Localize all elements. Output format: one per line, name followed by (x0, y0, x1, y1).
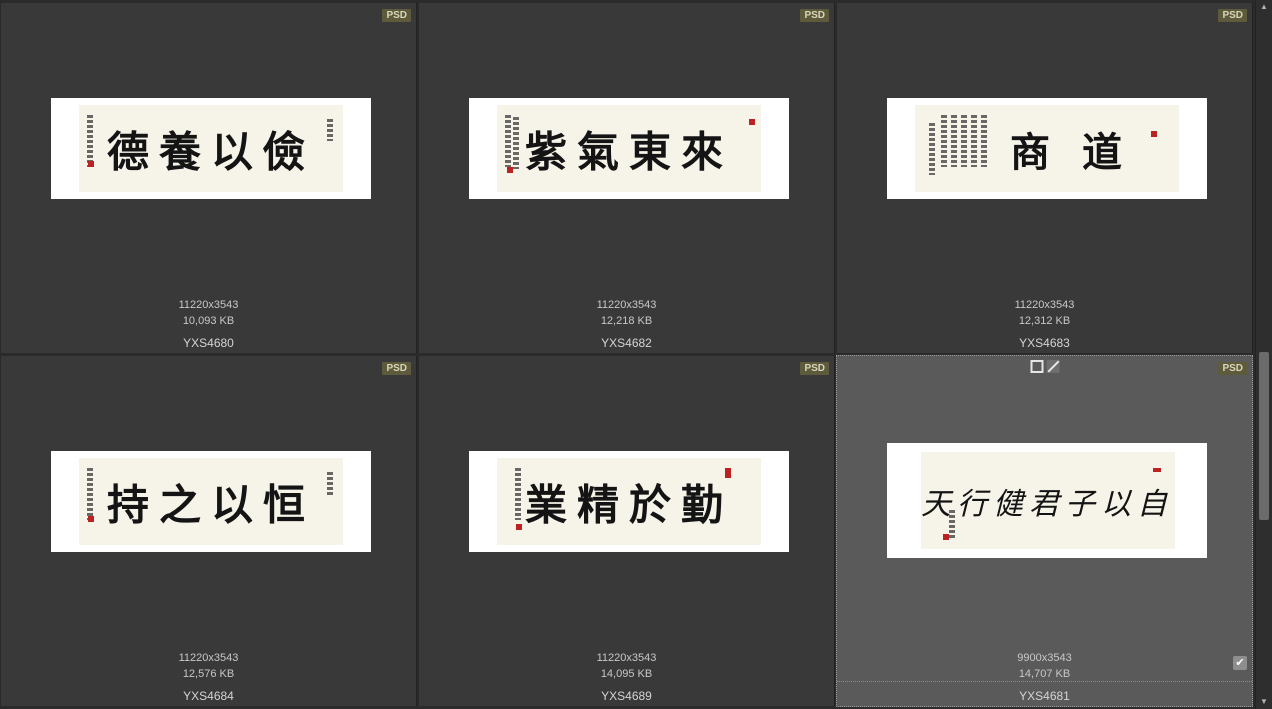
vertical-scrollbar[interactable]: ▲ ▼ (1255, 0, 1272, 709)
checkbox-square-icon[interactable] (1030, 360, 1043, 373)
file-type-badge: PSD (382, 9, 411, 22)
file-type-badge: PSD (800, 9, 829, 22)
thumbnail-image[interactable]: 持之以恒 (51, 451, 371, 552)
image-dimensions: 11220x3543 (1014, 299, 1075, 311)
thumbnail-image[interactable]: 紫氣東來 (469, 98, 789, 199)
calligraphy-paper: 德養以儉 (79, 105, 343, 192)
thumbnail-cell[interactable]: PSD 商道 11220x3543 12,312 KB YXS4683 (836, 2, 1253, 354)
seal-stamp (943, 534, 949, 540)
file-type-badge: PSD (382, 362, 411, 375)
calligraphy-paper: 紫氣東來 (497, 105, 761, 192)
file-name: YXS4680 (183, 336, 234, 350)
file-type-badge: PSD (1218, 9, 1247, 22)
image-dimensions: 11220x3543 (178, 652, 239, 664)
seal-stamp (1153, 468, 1161, 472)
content-browser: PSD 德養以儉 11220x3543 10,093 KB YXS4680 PS… (0, 0, 1272, 709)
image-dimensions: 11220x3543 (596, 299, 657, 311)
file-meta: 11220x3543 10,093 KB (1, 297, 416, 329)
file-size: 14,707 KB (1018, 668, 1071, 680)
calligraphy-characters: 持之以恒 (106, 480, 315, 529)
inscription-mark (327, 472, 333, 496)
triangle-down-icon[interactable]: ▼ (1256, 695, 1272, 709)
image-dimensions: 9900x3543 (1017, 652, 1072, 664)
seal-stamp (749, 119, 755, 125)
image-dimensions: 11220x3543 (178, 299, 239, 311)
file-name: YXS4681 (1019, 689, 1070, 703)
file-name: YXS4683 (1019, 336, 1070, 350)
thumbnail-cell[interactable]: PSD 業精於勤 11220x3543 14,095 KB YXS4689 (418, 355, 835, 707)
file-meta: 11220x3543 14,095 KB (419, 650, 834, 682)
scrollbar-thumb[interactable] (1259, 352, 1269, 520)
file-size: 14,095 KB (600, 668, 653, 680)
file-meta: 9900x3543 14,707 KB (837, 650, 1252, 682)
calligraphy-paper: 持之以恒 (79, 458, 343, 545)
triangle-up-icon[interactable]: ▲ (1256, 0, 1272, 14)
calligraphy-characters: 業精於勤 (524, 480, 733, 529)
thumbnail-image[interactable]: 德養以儉 (51, 98, 371, 199)
seal-stamp (1151, 131, 1157, 137)
thumbnail-cell[interactable]: PSD 持之以恒 11220x3543 12,576 KB YXS4684 (0, 355, 417, 707)
thumbnail-cell[interactable]: PSD 紫氣東來 11220x3543 12,218 KB YXS4682 (418, 2, 835, 354)
thumbnail-cell-selected[interactable]: PSD 天行健君子以自強不息 ✔ 9900x3543 14,707 KB YXS… (836, 355, 1253, 707)
seal-stamp (725, 468, 731, 478)
calligraphy-characters: 紫氣東來 (524, 127, 733, 176)
calligraphy-characters: 德養以儉 (106, 127, 315, 176)
calligraphy-characters: 商道 (1010, 128, 1154, 176)
file-type-badge: PSD (1218, 362, 1247, 375)
thumbnail-image[interactable]: 商道 (887, 98, 1207, 199)
file-name: YXS4689 (601, 689, 652, 703)
thumbnail-grid: PSD 德養以儉 11220x3543 10,093 KB YXS4680 PS… (0, 2, 1255, 709)
calligraphy-paper: 業精於勤 (497, 458, 761, 545)
file-meta: 11220x3543 12,312 KB (837, 297, 1252, 329)
inscription-mark (327, 119, 333, 141)
calligraphy-paper: 天行健君子以自強不息 (921, 452, 1175, 549)
file-meta: 11220x3543 12,218 KB (419, 297, 834, 329)
file-size: 10,093 KB (182, 315, 235, 327)
selection-tools (1030, 360, 1059, 373)
calligraphy-paper: 商道 (915, 105, 1179, 192)
file-type-badge: PSD (800, 362, 829, 375)
thumbnail-cell[interactable]: PSD 德養以儉 11220x3543 10,093 KB YXS4680 (0, 2, 417, 354)
pen-icon[interactable] (1046, 360, 1059, 373)
file-name: YXS4684 (183, 689, 234, 703)
file-size: 12,576 KB (182, 668, 235, 680)
calligraphy-characters: 天行健君子以自強不息 (921, 486, 1175, 522)
thumbnail-image[interactable]: 業精於勤 (469, 451, 789, 552)
image-dimensions: 11220x3543 (596, 652, 657, 664)
thumbnail-image[interactable]: 天行健君子以自強不息 (887, 443, 1207, 558)
file-name: YXS4682 (601, 336, 652, 350)
file-size: 12,218 KB (600, 315, 653, 327)
file-meta: 11220x3543 12,576 KB (1, 650, 416, 682)
file-size: 12,312 KB (1018, 315, 1071, 327)
